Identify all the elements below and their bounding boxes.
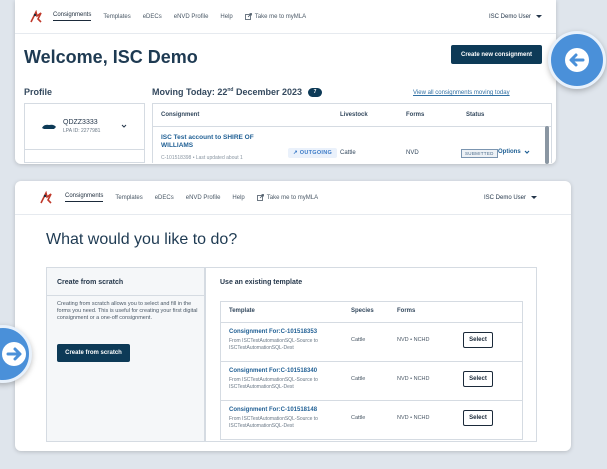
- logo-icon[interactable]: [39, 190, 53, 205]
- status-badge: SUBMITTED: [461, 149, 498, 158]
- col-consignment: Consignment: [161, 112, 200, 118]
- template-route: From ISCTestAutomationSQL-Source to ISCT…: [229, 416, 318, 429]
- template-title: Use an existing template: [220, 279, 303, 286]
- template-route: From ISCTestAutomationSQL-Source to ISCT…: [229, 338, 318, 351]
- chevron-down-icon: [531, 196, 537, 199]
- template-route: From ISCTestAutomationSQL-Source to ISCT…: [229, 377, 318, 390]
- direction-label: OUTGOING: [299, 150, 333, 156]
- chevron-down-icon: [524, 150, 530, 154]
- page-title: Welcome, ISC Demo: [24, 47, 198, 67]
- options-label: Options: [498, 149, 521, 155]
- create-new-consignment-button[interactable]: Create new consignment: [451, 45, 542, 64]
- top-nav: Consignments Templates eDECs eNVD Profil…: [15, 181, 571, 215]
- dashboard-card: Consignments Templates eDECs eNVD Profil…: [15, 0, 556, 164]
- arrow-outgoing-icon: ↗: [293, 150, 300, 156]
- nav-templates[interactable]: Templates: [103, 14, 130, 20]
- table-row: Consignment For:C-101518340 From ISCTest…: [221, 361, 522, 398]
- moving-today-label: Moving Today: 22nd December 2023: [152, 87, 302, 97]
- forms-cell: NVD • NCHD: [397, 337, 430, 343]
- arrow-right-icon: [2, 342, 26, 366]
- view-all-link[interactable]: View all consignments moving today: [413, 90, 510, 96]
- table-row: Consignment For:C-101518353 From ISCTest…: [221, 322, 522, 359]
- nav-consignments[interactable]: Consignments: [65, 193, 104, 202]
- livestock-cell: Cattle: [340, 150, 356, 156]
- create-from-scratch-button[interactable]: Create from scratch: [57, 344, 130, 362]
- existing-template-panel: Use an existing template Template Specie…: [205, 267, 537, 442]
- chevron-down-icon: [121, 124, 127, 128]
- col-status: Status: [466, 112, 485, 118]
- profile-lpa-id: LPA ID: 2277981: [63, 128, 101, 134]
- cattle-icon: [42, 124, 56, 129]
- scratch-title: Create from scratch: [57, 279, 124, 286]
- profile-selector[interactable]: QDZZ3333 LPA ID: 2277981: [24, 103, 145, 163]
- chevron-down-icon: [536, 15, 542, 18]
- divider: [153, 126, 551, 127]
- logo-icon[interactable]: [29, 9, 43, 24]
- nav-mymla-link[interactable]: Take me to myMLA: [256, 194, 319, 201]
- nav-consignments[interactable]: Consignments: [53, 12, 92, 21]
- callout-arrow-left: [548, 31, 606, 89]
- forms-cell: NVD: [406, 150, 419, 156]
- user-name: ISC Demo User: [488, 13, 531, 20]
- select-button[interactable]: Select: [463, 410, 493, 426]
- nav-help[interactable]: Help: [220, 14, 232, 20]
- moving-count-badge: 7: [308, 87, 322, 97]
- outgoing-badge: ↗ OUTGOING: [288, 148, 338, 158]
- nav-mymla-label: Take me to myMLA: [266, 194, 319, 201]
- create-from-scratch-panel: Create from scratch Creating from scratc…: [46, 267, 205, 442]
- profile-heading: Profile: [24, 87, 53, 97]
- top-nav: Consignments Templates eDECs eNVD Profil…: [15, 0, 556, 34]
- species-cell: Cattle: [351, 415, 366, 421]
- external-link-icon: [256, 194, 264, 201]
- user-menu[interactable]: ISC Demo User: [489, 14, 542, 20]
- nav-edecs[interactable]: eDECs: [155, 195, 174, 201]
- divider: [47, 295, 204, 296]
- species-cell: Cattle: [351, 376, 366, 382]
- options-menu[interactable]: Options: [498, 149, 530, 155]
- scratch-description: Creating from scratch allows you to sele…: [57, 301, 198, 321]
- template-link[interactable]: Consignment For:C-101518340: [229, 368, 317, 374]
- col-forms: Forms: [406, 112, 425, 118]
- divider: [25, 149, 144, 150]
- arrow-left-icon: [565, 48, 589, 72]
- profile-name: QDZZ3333: [63, 119, 98, 126]
- table-row: Consignment For:C-101518148 From ISCTest…: [221, 400, 522, 437]
- nav-envd-profile[interactable]: eNVD Profile: [174, 14, 209, 20]
- template-link[interactable]: Consignment For:C-101518148: [229, 407, 317, 413]
- user-menu[interactable]: ISC Demo User: [484, 195, 537, 201]
- nav-mymla-link[interactable]: Take me to myMLA: [244, 13, 307, 20]
- external-link-icon: [244, 13, 252, 20]
- col-forms: Forms: [397, 308, 416, 314]
- page-title: What would you like to do?: [46, 231, 238, 248]
- moving-today-table: Consignment Livestock Forms Status ISC T…: [152, 103, 552, 164]
- col-template: Template: [229, 308, 255, 314]
- template-table: Template Species Forms Consignment For:C…: [220, 301, 523, 440]
- template-link[interactable]: Consignment For:C-101518353: [229, 329, 317, 335]
- user-name: ISC Demo User: [483, 194, 526, 201]
- select-button[interactable]: Select: [463, 332, 493, 348]
- create-options-card: Consignments Templates eDECs eNVD Profil…: [15, 181, 571, 451]
- col-livestock: Livestock: [340, 112, 368, 118]
- forms-cell: NVD • NCHD: [397, 376, 430, 382]
- nav-help[interactable]: Help: [232, 195, 244, 201]
- species-cell: Cattle: [351, 337, 366, 343]
- forms-cell: NVD • NCHD: [397, 415, 430, 421]
- select-button[interactable]: Select: [463, 371, 493, 387]
- consignment-meta: C-101518398 • Last updated about 1: [161, 155, 243, 161]
- nav-envd-profile[interactable]: eNVD Profile: [186, 195, 221, 201]
- nav-templates[interactable]: Templates: [115, 195, 142, 201]
- nav-mymla-label: Take me to myMLA: [254, 13, 307, 20]
- moving-today-heading: Moving Today: 22nd December 2023 7: [152, 87, 322, 97]
- consignment-link[interactable]: ISC Test account to SHIRE OF WILLIAMS: [161, 134, 273, 150]
- nav-edecs[interactable]: eDECs: [143, 14, 162, 20]
- scrollbar[interactable]: [545, 126, 549, 164]
- col-species: Species: [351, 308, 374, 314]
